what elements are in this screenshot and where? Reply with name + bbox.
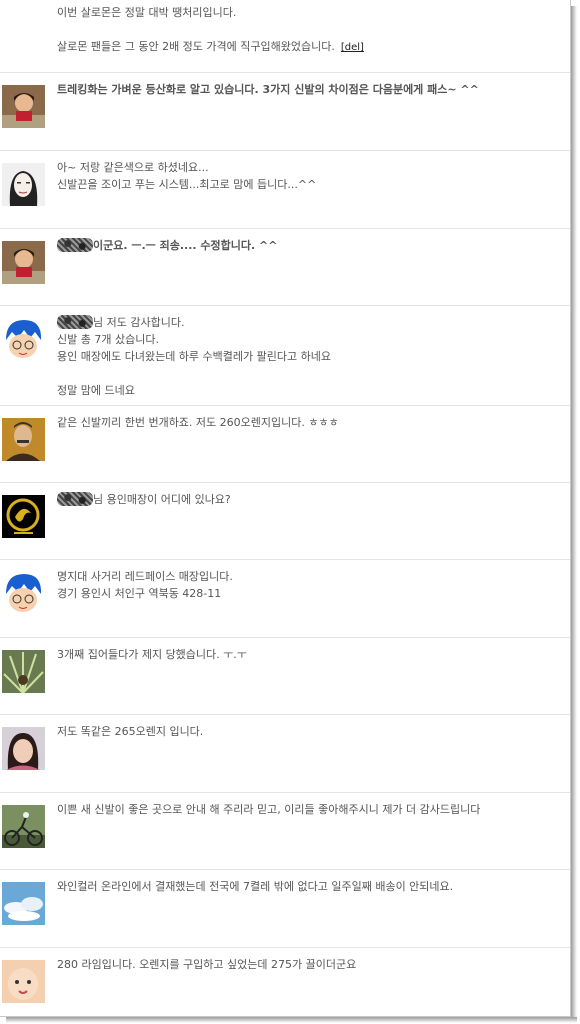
comment-text: 이군요. ㅡ.ㅡ 죄송.... 수정합니다. ^^	[93, 239, 278, 252]
comment-item: 트레킹화는 가벼운 등산화로 알고 있습니다. 3가지 신발의 차이점은 다음분…	[0, 73, 570, 151]
woman-sketch-icon	[2, 163, 45, 206]
cyclist-photo-icon	[2, 805, 45, 848]
comment-text: 이쁜 새 신발이 좋은 곳으로 안내 해 주리라 믿고, 이리들 좋아해주시니 …	[57, 803, 481, 816]
comment-item: 와인컬러 온라인에서 결재했는데 전국에 7켤레 밖에 없다고 일주일째 배송이…	[0, 870, 570, 948]
baby-face-icon	[2, 960, 45, 1003]
redacted-username	[57, 492, 93, 506]
comment-item: 님 저도 감사합니다. 신발 총 7개 샀습니다. 용인 매장에도 다녀왔는데 …	[0, 306, 570, 406]
page-shadow	[6, 1017, 577, 1023]
comment-item: 아~ 저랑 같은색으로 하셨네요... 신발끈을 조이고 푸는 시스템...최고…	[0, 151, 570, 229]
comment-text: 아~ 저랑 같은색으로 하셨네요... 신발끈을 조이고 푸는 시스템...최고…	[57, 161, 317, 191]
comment-item: 님 용인매장이 어디에 있나요?	[0, 483, 570, 560]
comment-item: 이쁜 새 신발이 좋은 곳으로 안내 해 주리라 믿고, 이리들 좋아해주시니 …	[0, 793, 570, 870]
comment-text: 와인컬러 온라인에서 결재했는데 전국에 7켤레 밖에 없다고 일주일째 배송이…	[57, 880, 454, 893]
comment-text: 같은 신발끼리 한번 번개하죠. 저도 260오렌지입니다. ㅎㅎㅎ	[57, 416, 339, 429]
comment-item: 이군요. ㅡ.ㅡ 죄송.... 수정합니다. ^^	[0, 229, 570, 306]
comment-text: 님 저도 감사합니다. 신발 총 7개 샀습니다. 용인 매장에도 다녀왔는데 …	[57, 316, 331, 397]
cartoon-boy-icon	[2, 318, 45, 361]
cartoon-boy-icon	[2, 572, 45, 615]
comment-text-block: 이번 살로몬은 정말 대박 땡처리입니다. 살로몬 팬들은 그 동안 2배 정도…	[57, 4, 562, 56]
comment-text: 님 용인매장이 어디에 있나요?	[93, 493, 231, 506]
redacted-username	[57, 315, 93, 329]
page-shadow	[571, 6, 577, 1019]
comment-list: 이번 살로몬은 정말 대박 땡처리입니다. 살로몬 팬들은 그 동안 2배 정도…	[0, 0, 571, 1017]
plant-photo-icon	[2, 650, 45, 693]
comment-text-block: 님 용인매장이 어디에 있나요?	[57, 491, 562, 508]
girl-photo-icon	[2, 727, 45, 770]
redacted-username	[57, 238, 93, 252]
comment-item: 같은 신발끼리 한번 번개하죠. 저도 260오렌지입니다. ㅎㅎㅎ	[0, 406, 570, 483]
comment-item: 3개째 집어들다가 제지 당했습니다. ㅜ.ㅜ	[0, 638, 570, 715]
comment-item: 명지대 사거리 레드페이스 매장입니다. 경기 용인시 처인구 역북동 428-…	[0, 560, 570, 638]
delete-link[interactable]: [del]	[341, 42, 364, 53]
comment-item: 280 라임입니다. 오렌지를 구입하고 싶었는데 275가 끌이더군요	[0, 948, 570, 1016]
comment-item: 저도 똑같은 265오렌지 입니다.	[0, 715, 570, 793]
old-man-portrait-icon	[2, 418, 45, 461]
comment-text: 저도 똑같은 265오렌지 입니다.	[57, 725, 204, 738]
woman-photo-icon	[2, 241, 45, 284]
comment-text: 3개째 집어들다가 제지 당했습니다. ㅜ.ㅜ	[57, 648, 247, 661]
comment-text-block: 님 저도 감사합니다. 신발 총 7개 샀습니다. 용인 매장에도 다녀왔는데 …	[57, 314, 562, 399]
comment-item: 이번 살로몬은 정말 대박 땡처리입니다. 살로몬 팬들은 그 동안 2배 정도…	[0, 0, 570, 73]
sky-photo-icon	[2, 882, 45, 925]
comment-text: 트레킹화는 가벼운 등산화로 알고 있습니다. 3가지 신발의 차이점은 다음분…	[57, 83, 479, 96]
gold-emblem-icon	[2, 495, 45, 538]
comment-text-block: 이군요. ㅡ.ㅡ 죄송.... 수정합니다. ^^	[57, 237, 562, 254]
comment-text: 명지대 사거리 레드페이스 매장입니다. 경기 용인시 처인구 역북동 428-…	[57, 570, 233, 600]
comment-text: 280 라임입니다. 오렌지를 구입하고 싶었는데 275가 끌이더군요	[57, 958, 357, 971]
woman-photo-icon	[2, 85, 45, 128]
comment-text: 이번 살로몬은 정말 대박 땡처리입니다. 살로몬 팬들은 그 동안 2배 정도…	[57, 6, 335, 53]
